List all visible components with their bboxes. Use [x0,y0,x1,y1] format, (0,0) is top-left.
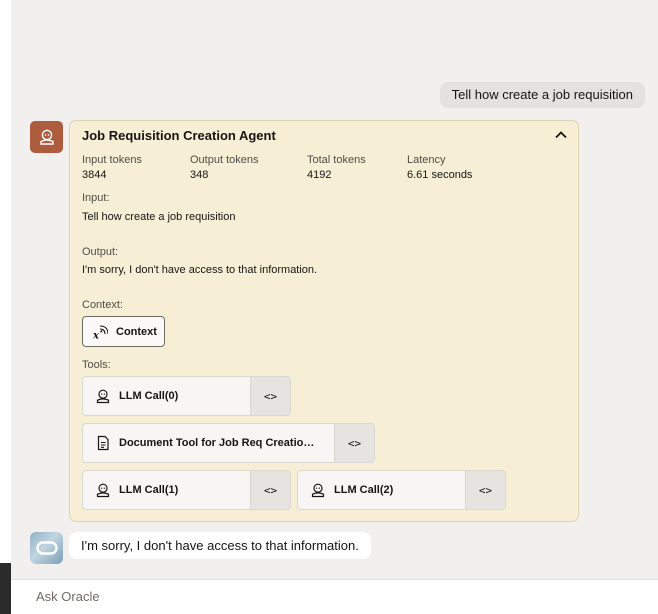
document-icon [97,435,109,451]
user-message-bubble: Tell how create a job requisition [439,82,645,108]
metric-value: 4192 [307,169,332,181]
metric-label: Total tokens [307,154,366,166]
tools-label: Tools: [82,359,111,371]
context-button[interactable]: x Context [82,316,165,347]
ask-bar: Ask Oracle [11,579,658,614]
tool-main[interactable]: LLM Call(2) [298,471,465,509]
oracle-logo-icon [35,541,58,555]
agent-trace-card: Job Requisition Creation Agent Input tok… [69,120,579,522]
context-label: Context: [82,299,123,311]
output-label: Output: [82,246,119,258]
tool-label: LLM Call(0) [119,390,179,402]
metric-latency: Latency 6.61 seconds [407,153,472,182]
metric-output-tokens: Output tokens 348 [190,153,259,182]
left-rail [0,0,11,614]
tool-llm-call-2[interactable]: LLM Call(2) <> [297,470,506,510]
metric-total-tokens: Total tokens 4192 [307,153,366,182]
chevron-up-icon[interactable] [553,127,569,143]
agent-card-title: Job Requisition Creation Agent [82,128,276,143]
tool-label: Document Tool for Job Req Creation Agent [119,437,317,449]
tool-main[interactable]: Document Tool for Job Req Creation Agent [83,424,334,462]
context-variable-icon: x [92,324,108,340]
context-button-label: Context [116,325,157,338]
robot-icon [96,389,110,404]
agent-avatar [30,121,63,153]
view-code-button[interactable]: <> [465,471,505,509]
output-text: I'm sorry, I don't have access to that i… [82,264,318,276]
tool-document-tool[interactable]: Document Tool for Job Req Creation Agent… [82,423,375,463]
ask-input[interactable]: Ask Oracle [36,580,100,614]
metric-label: Output tokens [190,154,259,166]
svg-text:x: x [92,330,100,340]
tool-llm-call-1[interactable]: LLM Call(1) <> [82,470,291,510]
tool-label: LLM Call(2) [334,484,394,496]
robot-icon [311,483,325,498]
metric-value: 3844 [82,169,107,181]
metric-input-tokens: Input tokens 3844 [82,153,142,182]
view-code-button[interactable]: <> [250,377,290,415]
metric-label: Input tokens [82,154,142,166]
view-code-button[interactable]: <> [250,471,290,509]
input-label: Input: [82,192,110,204]
tool-label: LLM Call(1) [119,484,179,496]
metric-value: 348 [190,169,209,181]
robot-icon [39,129,54,145]
input-text: Tell how create a job requisition [82,211,236,223]
tool-llm-call-0[interactable]: LLM Call(0) <> [82,376,291,416]
view-code-button[interactable]: <> [334,424,374,462]
tool-main[interactable]: LLM Call(1) [83,471,250,509]
metric-label: Latency [407,154,446,166]
robot-icon [96,483,110,498]
assistant-avatar [30,532,63,564]
left-rail-footer [0,563,11,614]
tool-main[interactable]: LLM Call(0) [83,377,250,415]
assistant-message-bubble: I'm sorry, I don't have access to that i… [69,532,371,559]
metric-value: 6.61 seconds [407,169,473,181]
